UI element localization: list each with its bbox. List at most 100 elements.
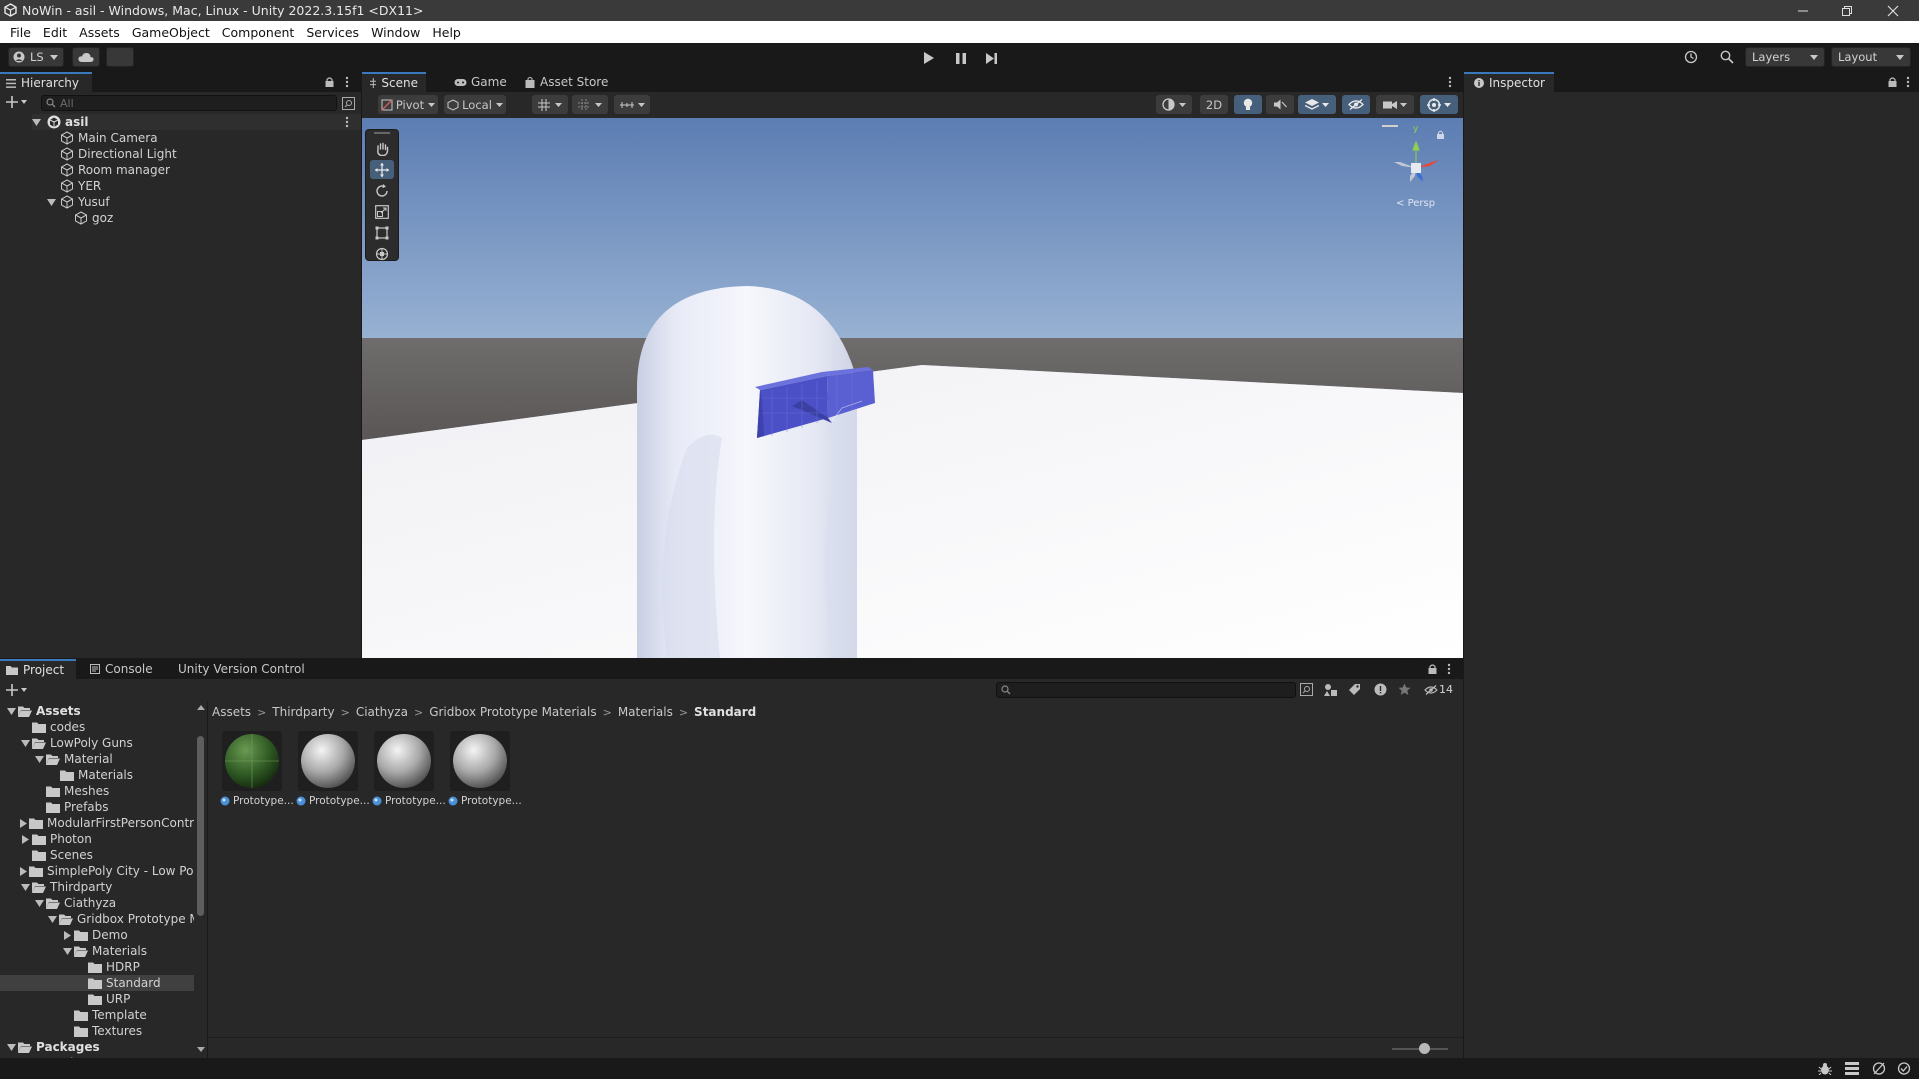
create-button[interactable] xyxy=(6,683,28,697)
tab-unity-version-control[interactable]: Unity Version Control xyxy=(170,659,313,679)
shading-mode-dropdown[interactable] xyxy=(1156,95,1192,114)
scene-search-icon[interactable] xyxy=(342,97,355,110)
hierarchy-item-goz[interactable]: goz xyxy=(74,210,113,226)
play-button[interactable] xyxy=(914,47,944,69)
collapse-arrow-icon[interactable] xyxy=(6,706,16,716)
project-tree-item[interactable]: Photon xyxy=(0,831,194,847)
project-tree-item[interactable]: Prefabs xyxy=(0,799,194,815)
breadcrumb-materials[interactable]: Materials xyxy=(618,705,673,719)
network-icon[interactable] xyxy=(1872,1062,1886,1075)
scene-viewport[interactable]: y < Persp xyxy=(362,118,1463,658)
toggle-2d-button[interactable]: 2D xyxy=(1200,95,1228,114)
project-tree-item[interactable]: Demo xyxy=(0,927,194,943)
menu-assets[interactable]: Assets xyxy=(73,25,126,40)
maximize-button[interactable] xyxy=(1825,0,1869,21)
expand-arrow-icon[interactable] xyxy=(62,930,72,940)
asset-tile[interactable]: Prototype... xyxy=(220,731,294,807)
project-tree-item[interactable]: Meshes xyxy=(0,783,194,799)
layout-dropdown[interactable]: Layout xyxy=(1831,47,1911,67)
project-tree-item[interactable]: Thirdparty xyxy=(0,879,194,895)
breadcrumb-gridbox[interactable]: Gridbox Prototype Materials xyxy=(429,705,596,719)
tab-hierarchy[interactable]: Hierarchy xyxy=(0,72,92,92)
hierarchy-item-main-camera[interactable]: Main Camera xyxy=(60,130,158,146)
tab-console[interactable]: Console xyxy=(82,659,161,679)
tab-project[interactable]: Project xyxy=(0,659,76,679)
check-circle-icon[interactable] xyxy=(1897,1062,1911,1075)
project-tree-item[interactable]: HDRP xyxy=(0,959,194,975)
collab-button[interactable] xyxy=(106,47,134,67)
expand-arrow-icon[interactable] xyxy=(20,866,27,876)
project-tree-item[interactable]: URP xyxy=(0,991,194,1007)
camera-settings-dropdown[interactable] xyxy=(1376,95,1414,114)
project-tree-item[interactable]: LowPoly Guns xyxy=(0,735,194,751)
project-tree-item[interactable]: Scenes xyxy=(0,847,194,863)
hidden-packages-toggle[interactable]: 14 xyxy=(1424,683,1453,696)
expand-arrow-icon[interactable] xyxy=(47,198,56,206)
scene-visibility-toggle[interactable] xyxy=(1342,95,1370,114)
menu-window[interactable]: Window xyxy=(365,25,426,40)
progress-stack-icon[interactable] xyxy=(1845,1062,1859,1075)
menu-component[interactable]: Component xyxy=(216,25,301,40)
minimize-button[interactable] xyxy=(1781,0,1825,21)
project-tree-item[interactable]: Template xyxy=(0,1007,194,1023)
asset-tile[interactable]: Prototype... xyxy=(448,731,522,807)
menu-file[interactable]: File xyxy=(4,25,37,40)
grid-snap-dropdown[interactable] xyxy=(532,95,568,114)
pivot-dropdown[interactable]: Pivot xyxy=(378,95,438,114)
project-tree-item[interactable]: Standard xyxy=(0,975,194,991)
search-by-scene-icon[interactable] xyxy=(1300,683,1313,696)
history-button[interactable] xyxy=(1677,47,1705,67)
tab-asset-store[interactable]: Asset Store xyxy=(517,72,616,92)
menu-edit[interactable]: Edit xyxy=(37,25,73,40)
favorite-star-icon[interactable] xyxy=(1398,683,1411,696)
scroll-down-icon[interactable] xyxy=(197,1047,205,1052)
lock-icon[interactable] xyxy=(1428,664,1437,674)
collapse-arrow-icon[interactable] xyxy=(62,946,72,956)
project-tree-item[interactable]: Materials xyxy=(0,943,194,959)
menu-help[interactable]: Help xyxy=(426,25,467,40)
collapse-arrow-icon[interactable] xyxy=(34,898,44,908)
project-tree-item[interactable]: Textures xyxy=(0,1023,194,1039)
menu-services[interactable]: Services xyxy=(300,25,365,40)
kebab-menu-icon[interactable] xyxy=(1906,76,1910,88)
project-tree-item[interactable]: Materials xyxy=(0,767,194,783)
transform-tool-button[interactable] xyxy=(370,244,394,263)
hand-tool-button[interactable] xyxy=(370,139,394,158)
breadcrumb-standard[interactable]: Standard xyxy=(694,705,756,719)
scene-gizmo[interactable]: y < Persp xyxy=(1382,124,1462,214)
project-tree-item[interactable]: Packages xyxy=(0,1039,194,1055)
increment-snap-dropdown[interactable] xyxy=(614,95,650,114)
scene-root-row[interactable]: asil xyxy=(32,114,361,130)
expand-arrow-icon[interactable] xyxy=(20,818,27,828)
breadcrumb-assets[interactable]: Assets xyxy=(212,705,251,719)
lock-icon[interactable] xyxy=(1888,77,1897,87)
close-button[interactable] xyxy=(1871,0,1915,21)
hierarchy-item-room-manager[interactable]: Room manager xyxy=(60,162,170,178)
hierarchy-search-input[interactable]: All xyxy=(41,95,337,111)
audio-toggle[interactable] xyxy=(1266,95,1294,114)
collapse-arrow-icon[interactable] xyxy=(20,882,30,892)
collapse-arrow-icon[interactable] xyxy=(34,754,44,764)
asset-tile[interactable]: Prototype... xyxy=(372,731,446,807)
tab-inspector[interactable]: Inspector xyxy=(1464,72,1554,92)
asset-tile[interactable]: Prototype... xyxy=(296,731,370,807)
kebab-menu-icon[interactable] xyxy=(1448,76,1452,88)
projection-label[interactable]: < Persp xyxy=(1396,198,1435,209)
search-button[interactable] xyxy=(1713,47,1741,67)
scrollbar-thumb[interactable] xyxy=(197,736,204,916)
layers-dropdown[interactable]: Layers xyxy=(1745,47,1825,67)
project-tree-item[interactable]: Gridbox Prototype Ma xyxy=(0,911,194,927)
project-tree-item[interactable]: codes xyxy=(0,719,194,735)
project-tree-item[interactable]: ModularFirstPersonContro xyxy=(0,815,194,831)
rotate-tool-button[interactable] xyxy=(370,181,394,200)
account-dropdown[interactable]: LS xyxy=(8,47,64,67)
hierarchy-item-yusuf[interactable]: Yusuf xyxy=(47,194,110,210)
project-tree-item[interactable]: Assets xyxy=(0,703,194,719)
project-tree-item[interactable]: SimplePoly City - Low Pol xyxy=(0,863,194,879)
add-button[interactable] xyxy=(6,95,28,109)
breadcrumb-ciathyza[interactable]: Ciathyza xyxy=(356,705,408,719)
zoom-slider-thumb[interactable] xyxy=(1419,1043,1430,1054)
search-by-type-icon[interactable] xyxy=(1324,683,1338,696)
move-tool-button[interactable] xyxy=(370,160,394,179)
pause-button[interactable] xyxy=(946,47,976,69)
